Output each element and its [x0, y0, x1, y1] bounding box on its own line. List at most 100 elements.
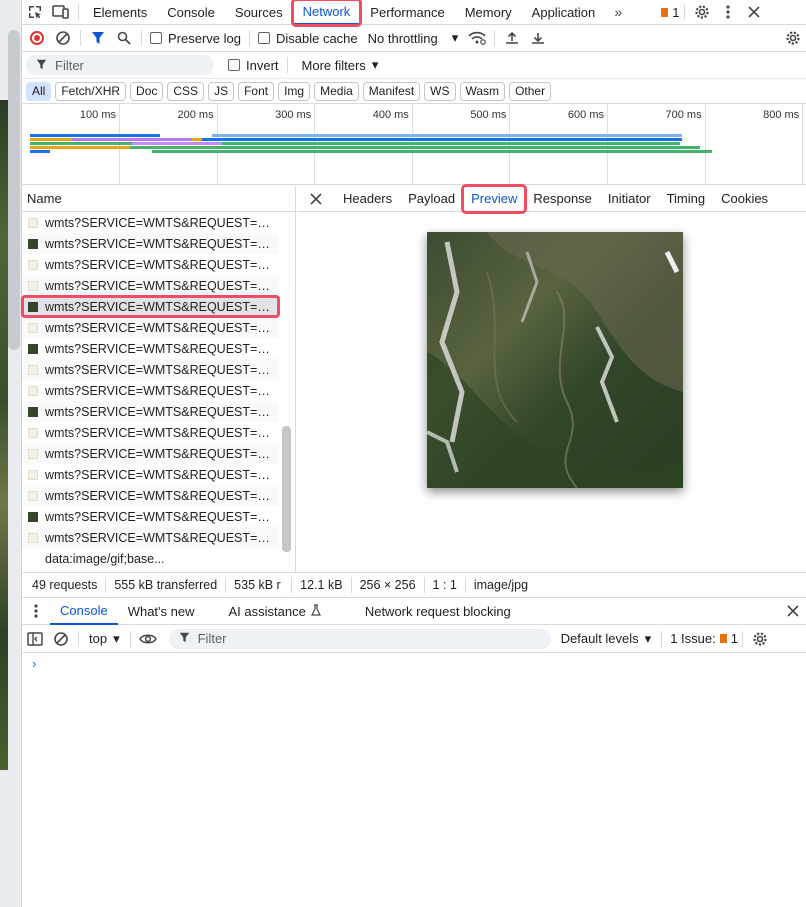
type-chip-js[interactable]: JS [208, 81, 235, 101]
request-thumbnail-icon [28, 490, 38, 501]
request-thumbnail-icon [28, 301, 38, 312]
request-row[interactable]: wmts?SERVICE=WMTS&REQUEST=Ge... [21, 295, 280, 318]
request-row[interactable]: wmts?SERVICE=WMTS&REQUEST=Ge... [22, 443, 279, 464]
kebab-menu-icon[interactable] [715, 0, 741, 24]
close-details-icon[interactable] [297, 192, 335, 205]
details-tab-headers[interactable]: Headers [335, 186, 400, 212]
issues-badge[interactable]: 1 [661, 5, 680, 20]
type-chip-font[interactable]: Font [238, 81, 275, 101]
timeline-tick-label: 200 ms [177, 109, 214, 121]
request-row[interactable]: wmts?SERVICE=WMTS&REQUEST=Ge... [22, 212, 279, 233]
request-row[interactable]: wmts?SERVICE=WMTS&REQUEST=Ge... [22, 380, 279, 401]
disable-cache-checkbox[interactable]: Disable cache [254, 31, 362, 46]
toolbar-divider [741, 630, 743, 647]
type-chip-img[interactable]: Img [278, 81, 311, 101]
type-chip-wasm[interactable]: Wasm [459, 81, 506, 101]
context-select[interactable]: top ▾ [83, 631, 126, 647]
tab-network[interactable]: Network [290, 0, 363, 27]
request-row[interactable]: wmts?SERVICE=WMTS&REQUEST=Ge... [22, 485, 279, 506]
tab-application[interactable]: Application [522, 0, 606, 25]
request-list-scrollbar[interactable] [282, 426, 291, 552]
request-thumbnail-icon [28, 364, 38, 375]
drawer-tab-console[interactable]: Console [50, 598, 118, 625]
preview-mime-type: image/jpg [473, 578, 529, 592]
log-levels-select[interactable]: Default levels ▾ [555, 631, 658, 647]
details-tab-cookies[interactable]: Cookies [713, 186, 776, 212]
throttling-select[interactable]: No throttling ▾ [362, 30, 465, 46]
preserve-log-checkbox[interactable]: Preserve log [146, 31, 245, 46]
type-chip-doc[interactable]: Doc [130, 81, 164, 101]
type-chip-ws[interactable]: WS [424, 81, 456, 101]
request-row[interactable]: wmts?SERVICE=WMTS&REQUEST=Ge... [22, 359, 279, 380]
invert-checkbox[interactable]: Invert [224, 58, 283, 73]
filter-input[interactable]: Filter [26, 55, 214, 75]
request-row[interactable]: wmts?SERVICE=WMTS&REQUEST=Ge... [22, 422, 279, 443]
search-icon[interactable] [111, 26, 137, 50]
type-chip-all[interactable]: All [26, 81, 52, 101]
tab-sources[interactable]: Sources [225, 0, 293, 25]
request-row[interactable]: wmts?SERVICE=WMTS&REQUEST=Ge... [22, 338, 279, 359]
details-tab-timing[interactable]: Timing [659, 186, 714, 212]
clear-icon[interactable] [50, 26, 76, 50]
request-row[interactable]: wmts?SERVICE=WMTS&REQUEST=Ge... [22, 506, 279, 527]
tab-memory[interactable]: Memory [455, 0, 522, 25]
toolbar-divider [80, 30, 81, 46]
tab-performance[interactable]: Performance [360, 0, 454, 25]
console-prompt[interactable]: › [32, 656, 36, 671]
live-expression-eye-icon[interactable] [135, 627, 161, 651]
close-drawer-icon[interactable] [780, 599, 806, 623]
import-har-icon[interactable] [499, 26, 525, 50]
request-row[interactable]: wmts?SERVICE=WMTS&REQUEST=Ge... [22, 233, 279, 254]
drawer-menu-icon[interactable] [22, 599, 50, 623]
details-tab-payload[interactable]: Payload [400, 186, 463, 212]
drawer-tab-whats-new[interactable]: What's new [118, 598, 205, 625]
timeline-request-bar [30, 134, 160, 137]
drawer-tab-network-request-blocking[interactable]: Network request blocking [355, 598, 521, 625]
console-issues-button[interactable]: 1 Issue: 1 [670, 631, 738, 646]
request-thumbnail-icon [28, 511, 38, 522]
timeline-request-bar [202, 138, 682, 141]
network-overview-timeline[interactable]: 100 ms 200 ms 300 ms 400 ms 500 ms 600 ms 700 … [22, 104, 806, 185]
record-icon[interactable] [24, 26, 50, 50]
details-tab-preview[interactable]: Preview [461, 183, 528, 214]
more-tabs-icon[interactable]: » [605, 0, 631, 24]
context-value: top [89, 631, 108, 646]
page-scrollbar[interactable] [8, 30, 20, 350]
more-filters-dropdown[interactable]: More filters ▾ [292, 57, 379, 73]
filter-row: Filter Invert More filters ▾ [22, 52, 806, 79]
timeline-tick-label: 800 ms [763, 109, 800, 121]
request-row[interactable]: data:image/gif;base... [22, 548, 279, 569]
request-row[interactable]: wmts?SERVICE=WMTS&REQUEST=Ge... [22, 317, 279, 338]
toolbar-divider [78, 4, 79, 20]
details-tab-initiator[interactable]: Initiator [600, 186, 659, 212]
drawer-tab-ai-assistance[interactable]: AI assistance [219, 598, 331, 625]
close-devtools-icon[interactable] [741, 0, 767, 24]
clear-console-icon[interactable] [48, 627, 74, 651]
dropdown-caret-icon: ▾ [644, 630, 652, 646]
console-filter-input[interactable]: Filter [168, 628, 551, 649]
name-column-header[interactable]: Name [22, 186, 295, 212]
filter-funnel-icon[interactable] [85, 26, 111, 50]
type-chip-media[interactable]: Media [314, 81, 359, 101]
inspect-element-icon[interactable] [22, 0, 48, 24]
export-har-icon[interactable] [525, 26, 551, 50]
request-row[interactable]: wmts?SERVICE=WMTS&REQUEST=Ge... [22, 401, 279, 422]
type-chip-css[interactable]: CSS [167, 81, 205, 101]
device-toolbar-icon[interactable] [48, 0, 74, 24]
network-conditions-icon[interactable] [464, 26, 490, 50]
show-sidebar-icon[interactable] [22, 627, 48, 651]
type-chip-fetch-xhr[interactable]: Fetch/XHR [55, 81, 127, 101]
request-row[interactable]: wmts?SERVICE=WMTS&REQUEST=Ge... [22, 275, 279, 296]
network-settings-gear-icon[interactable] [780, 26, 806, 50]
console-settings-gear-icon[interactable] [747, 627, 773, 651]
tab-elements[interactable]: Elements [83, 0, 157, 25]
settings-gear-icon[interactable] [689, 0, 715, 24]
request-row[interactable]: wmts?SERVICE=WMTS&REQUEST=Ge... [22, 254, 279, 275]
type-chip-other[interactable]: Other [509, 81, 552, 101]
request-row[interactable]: wmts?SERVICE=WMTS&REQUEST=Ge... [22, 464, 279, 485]
type-chip-manifest[interactable]: Manifest [362, 81, 421, 101]
details-tab-response[interactable]: Response [525, 186, 600, 212]
request-thumbnail-icon [28, 448, 38, 459]
request-row[interactable]: wmts?SERVICE=WMTS&REQUEST=Ge... [22, 527, 279, 548]
tab-console[interactable]: Console [157, 0, 225, 25]
